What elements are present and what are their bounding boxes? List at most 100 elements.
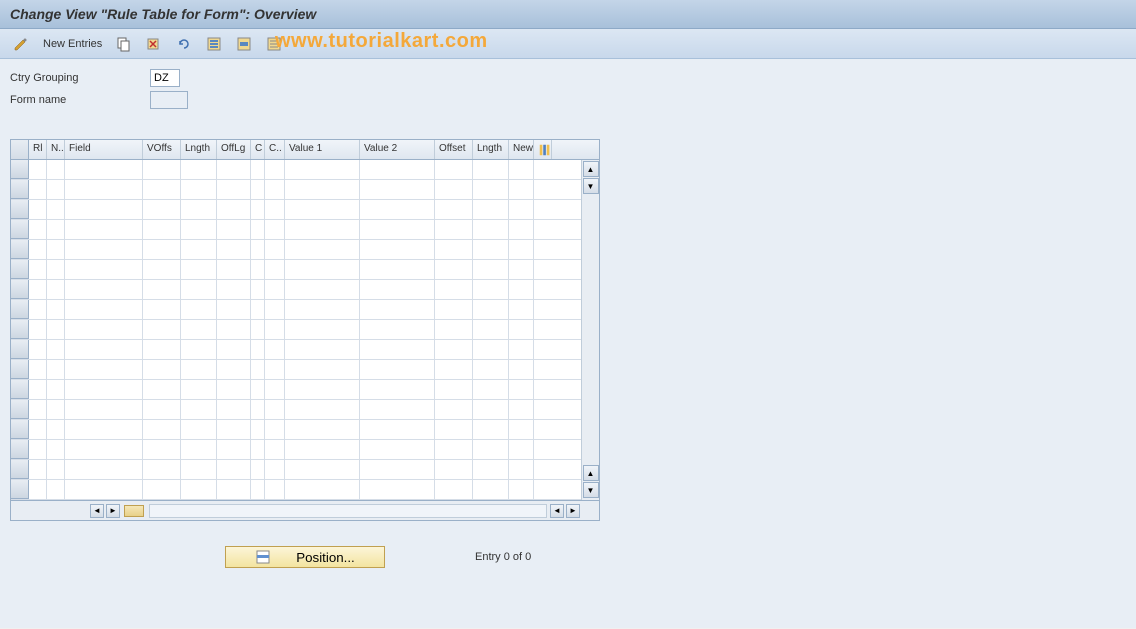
grid-cell[interactable] <box>181 180 217 199</box>
configure-columns-button[interactable] <box>534 140 552 159</box>
row-selector[interactable] <box>11 300 29 319</box>
table-row[interactable] <box>11 160 599 180</box>
grid-cell[interactable] <box>217 220 251 239</box>
grid-cell[interactable] <box>65 240 143 259</box>
grid-cell[interactable] <box>473 360 509 379</box>
grid-cell[interactable] <box>143 440 181 459</box>
grid-cell[interactable] <box>65 480 143 499</box>
grid-cell[interactable] <box>29 320 47 339</box>
grid-cell[interactable] <box>181 320 217 339</box>
grid-cell[interactable] <box>473 160 509 179</box>
grid-cell[interactable] <box>217 360 251 379</box>
grid-cell[interactable] <box>435 280 473 299</box>
grid-cell[interactable] <box>181 400 217 419</box>
grid-cell[interactable] <box>360 320 435 339</box>
grid-cell[interactable] <box>217 480 251 499</box>
row-selector[interactable] <box>11 220 29 239</box>
grid-cell[interactable] <box>47 360 65 379</box>
hscroll-left-button-2[interactable]: ◄ <box>550 504 564 518</box>
grid-cell[interactable] <box>47 260 65 279</box>
position-button[interactable]: Position... <box>225 546 385 568</box>
col-header-c1[interactable]: C <box>251 140 265 159</box>
grid-cell[interactable] <box>65 260 143 279</box>
grid-cell[interactable] <box>435 180 473 199</box>
grid-cell[interactable] <box>285 360 360 379</box>
grid-cell[interactable] <box>251 180 265 199</box>
grid-cell[interactable] <box>251 340 265 359</box>
grid-cell[interactable] <box>435 360 473 379</box>
grid-cell[interactable] <box>181 360 217 379</box>
grid-cell[interactable] <box>285 300 360 319</box>
grid-cell[interactable] <box>251 300 265 319</box>
grid-cell[interactable] <box>285 160 360 179</box>
grid-cell[interactable] <box>285 340 360 359</box>
grid-cell[interactable] <box>29 480 47 499</box>
table-row[interactable] <box>11 400 599 420</box>
ctry-grouping-input[interactable] <box>150 69 180 87</box>
table-row[interactable] <box>11 460 599 480</box>
grid-cell[interactable] <box>251 400 265 419</box>
grid-cell[interactable] <box>251 360 265 379</box>
grid-cell[interactable] <box>473 420 509 439</box>
scroll-up-button[interactable]: ▲ <box>583 161 599 177</box>
grid-cell[interactable] <box>65 360 143 379</box>
col-header-val2[interactable]: Value 2 <box>360 140 435 159</box>
grid-cell[interactable] <box>181 260 217 279</box>
grid-cell[interactable] <box>285 220 360 239</box>
grid-cell[interactable] <box>473 460 509 479</box>
grid-cell[interactable] <box>265 280 285 299</box>
grid-cell[interactable] <box>360 280 435 299</box>
grid-cell[interactable] <box>143 340 181 359</box>
undo-button[interactable] <box>171 33 197 55</box>
grid-cell[interactable] <box>47 420 65 439</box>
grid-cell[interactable] <box>509 180 534 199</box>
grid-cell[interactable] <box>217 180 251 199</box>
table-row[interactable] <box>11 360 599 380</box>
grid-cell[interactable] <box>65 400 143 419</box>
grid-cell[interactable] <box>509 160 534 179</box>
grid-cell[interactable] <box>29 240 47 259</box>
grid-cell[interactable] <box>473 260 509 279</box>
grid-cell[interactable] <box>509 480 534 499</box>
table-row[interactable] <box>11 320 599 340</box>
grid-cell[interactable] <box>473 180 509 199</box>
col-header-n[interactable]: N.. <box>47 140 65 159</box>
scroll-up-button-2[interactable]: ▲ <box>583 465 599 481</box>
grid-cell[interactable] <box>251 220 265 239</box>
grid-cell[interactable] <box>285 280 360 299</box>
grid-cell[interactable] <box>251 280 265 299</box>
table-row[interactable] <box>11 200 599 220</box>
row-selector[interactable] <box>11 200 29 219</box>
grid-cell[interactable] <box>143 380 181 399</box>
grid-cell[interactable] <box>509 460 534 479</box>
grid-cell[interactable] <box>265 420 285 439</box>
grid-cell[interactable] <box>360 420 435 439</box>
grid-cell[interactable] <box>360 300 435 319</box>
grid-cell[interactable] <box>217 240 251 259</box>
grid-cell[interactable] <box>509 260 534 279</box>
table-row[interactable] <box>11 440 599 460</box>
row-selector[interactable] <box>11 400 29 419</box>
grid-cell[interactable] <box>509 220 534 239</box>
grid-cell[interactable] <box>509 360 534 379</box>
table-row[interactable] <box>11 220 599 240</box>
grid-cell[interactable] <box>217 280 251 299</box>
grid-cell[interactable] <box>143 260 181 279</box>
grid-cell[interactable] <box>143 200 181 219</box>
vertical-scrollbar[interactable]: ▲ ▼ ▲ ▼ <box>581 160 599 500</box>
deselect-all-button[interactable] <box>261 33 287 55</box>
grid-cell[interactable] <box>509 300 534 319</box>
grid-cell[interactable] <box>47 320 65 339</box>
grid-cell[interactable] <box>47 180 65 199</box>
row-selector[interactable] <box>11 320 29 339</box>
grid-cell[interactable] <box>29 380 47 399</box>
row-selector[interactable] <box>11 480 29 499</box>
table-row[interactable] <box>11 480 599 500</box>
grid-cell[interactable] <box>473 440 509 459</box>
grid-cell[interactable] <box>285 400 360 419</box>
copy-as-button[interactable] <box>111 33 137 55</box>
hscroll-left-button[interactable]: ◄ <box>90 504 104 518</box>
grid-cell[interactable] <box>285 260 360 279</box>
grid-cell[interactable] <box>360 440 435 459</box>
grid-cell[interactable] <box>47 220 65 239</box>
